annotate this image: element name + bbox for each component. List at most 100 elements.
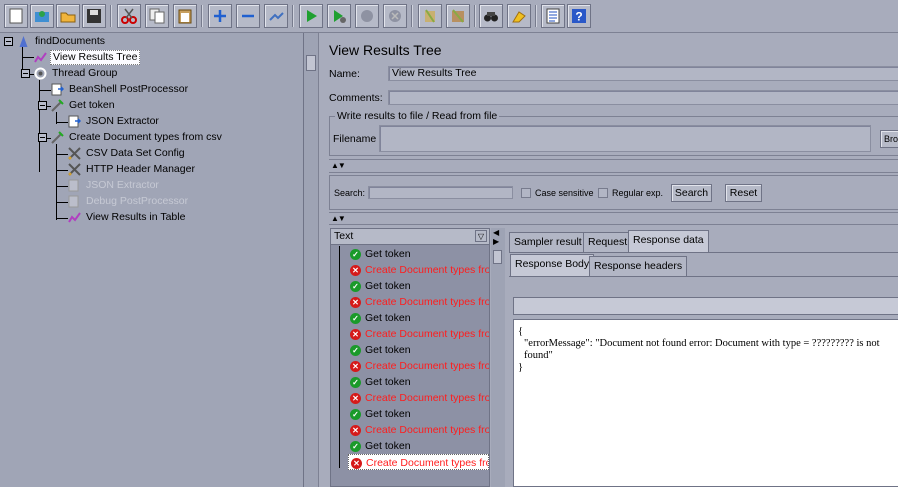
tree-node-label: JSON Extractor bbox=[86, 179, 159, 191]
search-icon bbox=[484, 12, 498, 22]
toolbar: ? bbox=[0, 0, 898, 33]
result-row[interactable]: ✓ Get token bbox=[348, 374, 489, 390]
open-icon bbox=[60, 12, 76, 23]
browse-button[interactable]: Bro bbox=[880, 130, 898, 148]
reset-search-button[interactable] bbox=[507, 4, 531, 28]
success-status-icon: ✓ bbox=[350, 441, 361, 452]
success-status-icon: ✓ bbox=[350, 409, 361, 420]
result-row-label: Get token bbox=[365, 344, 411, 356]
sort-icon[interactable]: ▽ bbox=[475, 230, 487, 242]
save-button[interactable] bbox=[82, 4, 106, 28]
name-field[interactable]: View Results Tree bbox=[388, 66, 898, 81]
result-row[interactable]: ✓ Get token bbox=[348, 278, 489, 294]
result-row[interactable]: ✕ Create Document types from bbox=[348, 262, 489, 278]
config-icon bbox=[68, 147, 81, 160]
panel-title: View Results Tree bbox=[329, 42, 442, 58]
result-row-label: Create Document types from bbox=[365, 360, 489, 372]
open-button[interactable] bbox=[56, 4, 80, 28]
clear-all-icon bbox=[452, 9, 464, 23]
toggle-button[interactable] bbox=[264, 4, 288, 28]
result-row[interactable]: ✕ Create Document types from bbox=[348, 422, 489, 438]
reset-button[interactable]: Reset bbox=[725, 184, 762, 202]
comments-label: Comments: bbox=[329, 92, 383, 104]
clear-button[interactable] bbox=[418, 4, 442, 28]
help-button[interactable]: ? bbox=[567, 4, 591, 28]
result-row[interactable]: ✓ Get token bbox=[348, 342, 489, 358]
tab-response-body[interactable]: Response Body bbox=[510, 254, 595, 276]
tree-node-label: Debug PostProcessor bbox=[86, 195, 189, 207]
result-row-label: Create Document types from bbox=[365, 264, 489, 276]
collapse-toggle[interactable] bbox=[38, 133, 47, 142]
search-button[interactable] bbox=[479, 4, 503, 28]
file-group-title: Write results to file / Read from file bbox=[335, 110, 500, 122]
tab-response-headers[interactable]: Response headers bbox=[589, 256, 688, 276]
collapse-toggle[interactable] bbox=[38, 101, 47, 110]
collapse-arrows-icon[interactable]: ▲▼ bbox=[331, 214, 346, 223]
result-row-label: Create Document types from bbox=[365, 328, 489, 340]
results-list: Text ▽ ✓ Get token ✕ Create Document types … bbox=[330, 228, 490, 487]
success-status-icon: ✓ bbox=[350, 345, 361, 356]
paste-button[interactable] bbox=[173, 4, 197, 28]
tab-response-data[interactable]: Response data bbox=[628, 230, 709, 252]
collapse-toggle[interactable] bbox=[21, 69, 30, 78]
expand-button[interactable] bbox=[208, 4, 232, 28]
cut-button[interactable] bbox=[117, 4, 141, 28]
main-splitter[interactable] bbox=[303, 33, 318, 487]
regex-checkbox[interactable] bbox=[598, 188, 608, 198]
success-status-icon: ✓ bbox=[350, 249, 361, 260]
new-icon bbox=[9, 8, 23, 24]
shutdown-button[interactable] bbox=[383, 4, 407, 28]
tree-node-label: Get token bbox=[69, 99, 115, 111]
stop-button[interactable] bbox=[355, 4, 379, 28]
result-row-label: Get token bbox=[365, 280, 411, 292]
result-row[interactable]: ✓ Get token bbox=[348, 310, 489, 326]
result-row[interactable]: ✕ Create Document types from bbox=[348, 454, 489, 470]
collapse-arrows-icon[interactable]: ▲▼ bbox=[331, 161, 346, 170]
result-row-label: Create Document types from bbox=[366, 457, 489, 469]
collapse-toggle[interactable] bbox=[4, 37, 13, 46]
start-icon bbox=[307, 10, 317, 22]
result-row[interactable]: ✕ Create Document types from bbox=[348, 294, 489, 310]
result-row[interactable]: ✓ Get token bbox=[348, 438, 489, 454]
templates-button[interactable] bbox=[30, 4, 54, 28]
listener-icon bbox=[68, 212, 81, 223]
splitter-handle[interactable] bbox=[306, 55, 316, 71]
result-row[interactable]: ✓ Get token bbox=[348, 406, 489, 422]
help-icon: ? bbox=[572, 9, 586, 24]
postprocessor-icon bbox=[68, 179, 79, 192]
clear-all-button[interactable] bbox=[446, 4, 470, 28]
result-row[interactable]: ✕ Create Document types from bbox=[348, 358, 489, 374]
start-button[interactable] bbox=[299, 4, 323, 28]
result-row-label: Create Document types from bbox=[365, 424, 489, 436]
toggle-icon bbox=[269, 12, 284, 21]
results-splitter[interactable]: ◀ ▶ bbox=[491, 228, 505, 487]
collapse-button[interactable] bbox=[236, 4, 260, 28]
filename-field[interactable] bbox=[379, 125, 871, 152]
shutdown-icon bbox=[389, 10, 401, 22]
response-toolbar[interactable] bbox=[513, 297, 898, 315]
case-sensitive-label: Case sensitive bbox=[535, 188, 594, 198]
splitter-handle[interactable] bbox=[493, 250, 502, 264]
response-line: } bbox=[518, 362, 524, 373]
start-no-pause-button[interactable] bbox=[327, 4, 351, 28]
regex-label: Regular exp. bbox=[612, 188, 664, 198]
copy-button[interactable] bbox=[145, 4, 169, 28]
result-row[interactable]: ✓ Get token bbox=[348, 246, 489, 262]
results-column-header[interactable]: Text ▽ bbox=[331, 229, 489, 245]
response-body[interactable]: { "errorMessage": "Document not found er… bbox=[513, 319, 898, 487]
new-button[interactable] bbox=[4, 4, 28, 28]
function-helper-button[interactable] bbox=[541, 4, 565, 28]
error-status-icon: ✕ bbox=[350, 297, 361, 308]
tab-request[interactable]: Request bbox=[583, 232, 633, 252]
result-row[interactable]: ✕ Create Document types from bbox=[348, 326, 489, 342]
search-input[interactable] bbox=[368, 186, 513, 199]
error-status-icon: ✕ bbox=[350, 425, 361, 436]
search-button[interactable]: Search bbox=[671, 184, 712, 202]
comments-field[interactable] bbox=[388, 90, 898, 105]
thread-group-icon bbox=[34, 67, 47, 80]
result-row[interactable]: ✕ Create Document types from bbox=[348, 390, 489, 406]
success-status-icon: ✓ bbox=[350, 281, 361, 292]
collapse-arrows-icon[interactable]: ◀ ▶ bbox=[493, 228, 499, 246]
tab-sampler-result[interactable]: Sampler result bbox=[509, 232, 587, 252]
case-sensitive-checkbox[interactable] bbox=[521, 188, 531, 198]
